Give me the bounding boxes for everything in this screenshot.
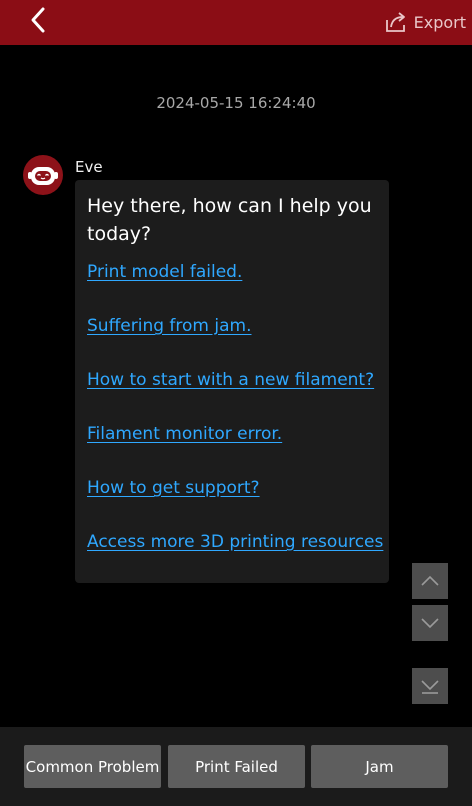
scroll-up-button[interactable] [412, 563, 448, 599]
suggestion-link-filament-monitor-error[interactable]: Filament monitor error. [87, 424, 282, 444]
suggestion-link-get-support[interactable]: How to get support? [87, 478, 260, 498]
list-item: Suffering from jam. [87, 316, 377, 370]
scroll-down-button[interactable] [412, 605, 448, 641]
list-item: Print model failed. [87, 262, 377, 316]
suggestion-link-jam[interactable]: Suffering from jam. [87, 316, 252, 336]
avatar [23, 155, 63, 195]
back-arrow-icon [31, 7, 45, 33]
sender-name: Eve [75, 158, 103, 176]
suggestion-link-new-filament[interactable]: How to start with a new filament? [87, 370, 374, 390]
suggestion-link-print-model-failed[interactable]: Print model failed. [87, 262, 242, 282]
back-button[interactable] [24, 6, 54, 36]
list-item: Filament monitor error. [87, 424, 377, 478]
scroll-to-bottom-button[interactable] [412, 668, 448, 704]
suggestion-list: Print model failed. Suffering from jam. … [87, 262, 383, 586]
message-bubble: Hey there, how can I help you today? Pri… [75, 180, 389, 583]
quick-reply-print-failed[interactable]: Print Failed [168, 745, 305, 788]
quick-reply-bar: Common Problem Print Failed Jam [0, 727, 472, 806]
list-item: How to get support? [87, 478, 377, 532]
greeting-text: Hey there, how can I help you today? [87, 195, 372, 245]
robot-icon [28, 167, 58, 185]
quick-reply-common-problem[interactable]: Common Problem [24, 745, 161, 788]
scroll-to-bottom-icon [421, 680, 439, 694]
top-bar: Export [0, 0, 472, 45]
export-icon [385, 12, 405, 32]
chevron-up-icon [421, 575, 439, 586]
message-timestamp: 2024-05-15 16:24:40 [156, 94, 316, 112]
suggestion-link-3d-resources[interactable]: Access more 3D printing resources [87, 532, 383, 552]
export-label: Export [413, 12, 466, 32]
quick-reply-jam[interactable]: Jam [311, 745, 448, 788]
list-item: How to start with a new filament? [87, 370, 377, 424]
chevron-down-icon [421, 618, 439, 629]
export-button[interactable]: Export [384, 8, 466, 36]
list-item: Access more 3D printing resources [87, 532, 383, 586]
